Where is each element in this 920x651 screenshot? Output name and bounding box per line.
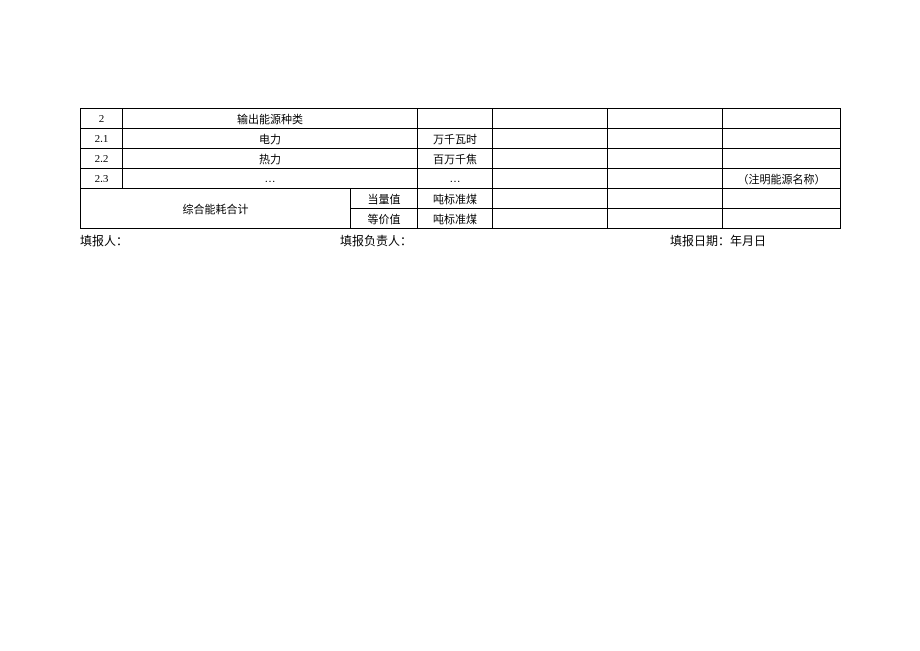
table-row: 2.2 热力 百万千焦: [81, 149, 841, 169]
cell-name: 输出能源种类: [123, 109, 418, 129]
cell-name: …: [123, 169, 418, 189]
cell-value: [608, 149, 723, 169]
cell-unit: …: [418, 169, 493, 189]
cell-value: [493, 109, 608, 129]
cell-note: （注明能源名称）: [723, 169, 841, 189]
cell-value: [608, 209, 723, 229]
cell-value: [493, 129, 608, 149]
table-row: 2.1 电力 万千瓦时: [81, 129, 841, 149]
cell-value: [608, 129, 723, 149]
cell-value: [493, 169, 608, 189]
footer-reporter: 填报人：: [80, 232, 340, 249]
cell-unit: 万千瓦时: [418, 129, 493, 149]
table-row: 2.3 … … （注明能源名称）: [81, 169, 841, 189]
energy-table: 2 输出能源种类 2.1 电力 万千瓦时 2.2 热力: [80, 108, 841, 229]
cell-note: [723, 129, 841, 149]
cell-note: [723, 149, 841, 169]
cell-value: [608, 169, 723, 189]
cell-index: 2.1: [81, 129, 123, 149]
footer-responsible: 填报负责人：: [340, 232, 640, 249]
cell-index: 2.2: [81, 149, 123, 169]
cell-name: 电力: [123, 129, 418, 149]
cell-unit: 吨标准煤: [418, 209, 493, 229]
footer-date: 填报日期：年月日: [640, 232, 840, 249]
cell-value: [493, 149, 608, 169]
cell-value: [493, 189, 608, 209]
cell-value: [493, 209, 608, 229]
cell-unit: 百万千焦: [418, 149, 493, 169]
cell-name: 热力: [123, 149, 418, 169]
energy-table-wrap: 2 输出能源种类 2.1 电力 万千瓦时 2.2 热力: [80, 108, 840, 229]
cell-sub: 当量值: [351, 189, 418, 209]
cell-value: [608, 109, 723, 129]
cell-note: [723, 189, 841, 209]
cell-index: 2: [81, 109, 123, 129]
cell-note: [723, 209, 841, 229]
footer-row: 填报人： 填报负责人： 填报日期：年月日: [80, 232, 840, 249]
cell-sub: 等价值: [351, 209, 418, 229]
cell-value: [608, 189, 723, 209]
table-row: 2 输出能源种类: [81, 109, 841, 129]
page: 2 输出能源种类 2.1 电力 万千瓦时 2.2 热力: [0, 0, 920, 651]
cell-index: 2.3: [81, 169, 123, 189]
table-row-summary: 综合能耗合计 当量值 吨标准煤: [81, 189, 841, 209]
cell-unit: [418, 109, 493, 129]
cell-note: [723, 109, 841, 129]
cell-summary-label: 综合能耗合计: [81, 189, 351, 229]
cell-unit: 吨标准煤: [418, 189, 493, 209]
